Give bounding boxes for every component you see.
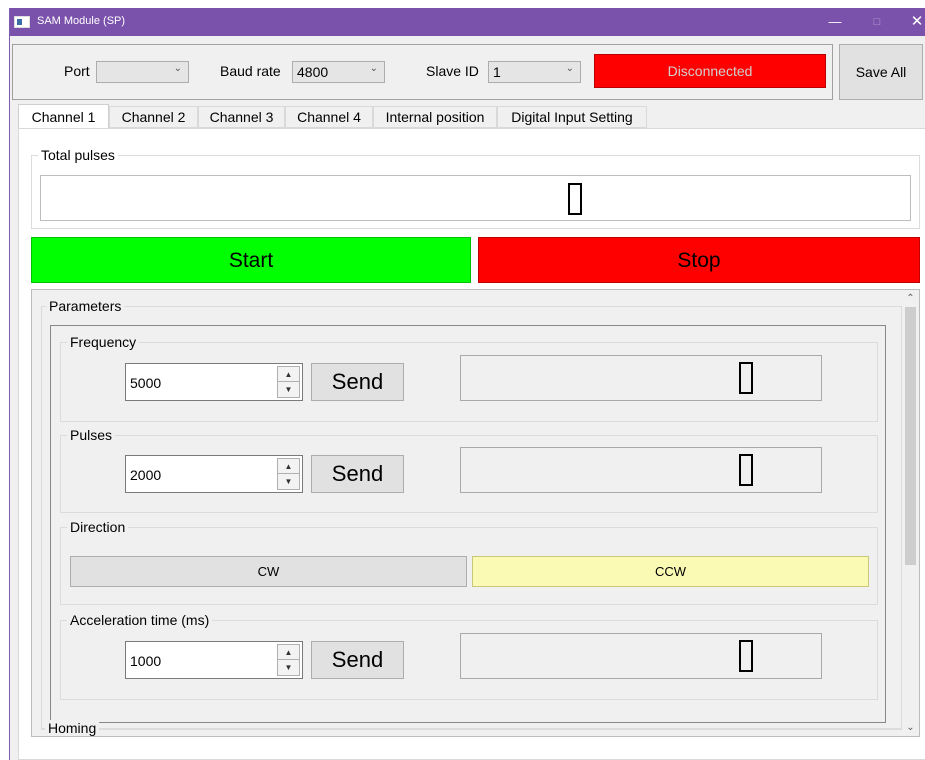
start-button[interactable]: Start <box>31 237 471 283</box>
tab-digital-input-setting[interactable]: Digital Input Setting <box>497 106 647 128</box>
scrollbar-thumb[interactable] <box>905 307 916 565</box>
minimize-icon[interactable]: — <box>824 11 846 33</box>
connection-panel: Port ⌄ Baud rate 4800 ⌄ Slave ID 1 ⌄ Dis… <box>12 44 833 100</box>
scroll-up-icon[interactable]: ⌃ <box>902 290 919 307</box>
port-select[interactable]: ⌄ <box>96 61 189 83</box>
port-label: Port <box>64 63 90 79</box>
seven-segment-zero-icon <box>739 362 753 394</box>
pulses-send-button[interactable]: Send <box>311 455 404 493</box>
ccw-button[interactable]: CCW <box>472 556 869 587</box>
vertical-scrollbar[interactable]: ⌃ ⌄ <box>902 290 919 736</box>
parameters-group: Parameters Frequency 5000 ▲ ▼ Send Pulse… <box>41 298 902 730</box>
window-title: SAM Module (SP) <box>37 15 126 27</box>
direction-group: Direction CW CCW <box>60 519 878 605</box>
tab-channel-2[interactable]: Channel 2 <box>109 106 198 128</box>
total-pulses-group: Total pulses 0 <box>31 147 920 229</box>
slave-id-label: Slave ID <box>426 63 479 79</box>
pulses-display: 0 <box>460 447 822 493</box>
direction-label: Direction <box>67 519 129 535</box>
spin-down-icon[interactable]: ▼ <box>278 382 299 397</box>
pulses-group: Pulses 2000 ▲ ▼ Send 0 <box>60 427 878 513</box>
channel-scroll-area[interactable]: Parameters Frequency 5000 ▲ ▼ Send Pulse… <box>31 289 920 737</box>
frequency-value: 5000 <box>130 375 162 391</box>
tab-channel-4[interactable]: Channel 4 <box>285 106 373 128</box>
spin-up-icon[interactable]: ▲ <box>278 459 299 474</box>
pulses-input[interactable]: 2000 ▲ ▼ <box>125 455 303 493</box>
acceleration-label: Acceleration time (ms) <box>67 612 213 628</box>
acceleration-input[interactable]: 1000 ▲ ▼ <box>125 641 303 679</box>
channel-1-panel: Total pulses 0 Start Stop Parameters Fre… <box>18 128 925 760</box>
maximize-icon[interactable]: □ <box>866 11 888 33</box>
slave-id-select[interactable]: 1 ⌄ <box>488 61 581 83</box>
scroll-down-icon[interactable]: ⌄ <box>902 719 919 736</box>
acceleration-send-button[interactable]: Send <box>311 641 404 679</box>
chevron-down-icon: ⌄ <box>369 63 378 74</box>
seven-segment-zero-icon <box>739 454 753 486</box>
pulses-label: Pulses <box>67 427 116 443</box>
frequency-send-button[interactable]: Send <box>311 363 404 401</box>
acceleration-display: 0 <box>460 633 822 679</box>
close-icon[interactable]: ✕ <box>906 11 925 33</box>
homing-group: Homing <box>41 720 902 736</box>
total-pulses-display: 0 <box>40 175 911 221</box>
spin-up-icon[interactable]: ▲ <box>278 367 299 382</box>
app-window: SAM Module (SP) — □ ✕ Port ⌄ Baud rate 4… <box>9 8 925 760</box>
pulses-stepper[interactable]: ▲ ▼ <box>277 458 300 490</box>
frequency-stepper[interactable]: ▲ ▼ <box>277 366 300 398</box>
parameters-inner-frame: Frequency 5000 ▲ ▼ Send 0 <box>50 325 886 723</box>
slave-id-value: 1 <box>493 64 501 80</box>
parameters-title: Parameters <box>46 298 125 314</box>
spin-down-icon[interactable]: ▼ <box>278 660 299 675</box>
spin-down-icon[interactable]: ▼ <box>278 474 299 489</box>
acceleration-stepper[interactable]: ▲ ▼ <box>277 644 300 676</box>
baud-rate-label: Baud rate <box>220 63 281 79</box>
seven-segment-zero-icon <box>739 640 753 672</box>
connection-status-button[interactable]: Disconnected <box>594 54 826 88</box>
acceleration-group: Acceleration time (ms) 1000 ▲ ▼ Send 0 <box>60 612 878 700</box>
seven-segment-zero-icon <box>568 183 582 215</box>
total-pulses-label: Total pulses <box>38 147 118 163</box>
frequency-group: Frequency 5000 ▲ ▼ Send 0 <box>60 334 878 422</box>
frequency-input[interactable]: 5000 ▲ ▼ <box>125 363 303 401</box>
tab-channel-3[interactable]: Channel 3 <box>198 106 285 128</box>
frequency-display: 0 <box>460 355 822 401</box>
spin-up-icon[interactable]: ▲ <box>278 645 299 660</box>
app-icon <box>14 16 30 28</box>
cw-button[interactable]: CW <box>70 556 467 587</box>
frequency-label: Frequency <box>67 334 140 350</box>
baud-rate-select[interactable]: 4800 ⌄ <box>292 61 385 83</box>
tab-internal-position[interactable]: Internal position <box>373 106 497 128</box>
stop-button[interactable]: Stop <box>478 237 920 283</box>
tab-channel-1[interactable]: Channel 1 <box>18 104 109 128</box>
save-all-button[interactable]: Save All <box>839 44 923 100</box>
homing-title: Homing <box>45 720 100 736</box>
title-bar[interactable]: SAM Module (SP) — □ ✕ <box>10 8 925 36</box>
acceleration-value: 1000 <box>130 653 162 669</box>
pulses-value: 2000 <box>130 467 162 483</box>
baud-rate-value: 4800 <box>297 64 329 80</box>
chevron-down-icon: ⌄ <box>565 63 574 74</box>
chevron-down-icon: ⌄ <box>173 63 182 74</box>
